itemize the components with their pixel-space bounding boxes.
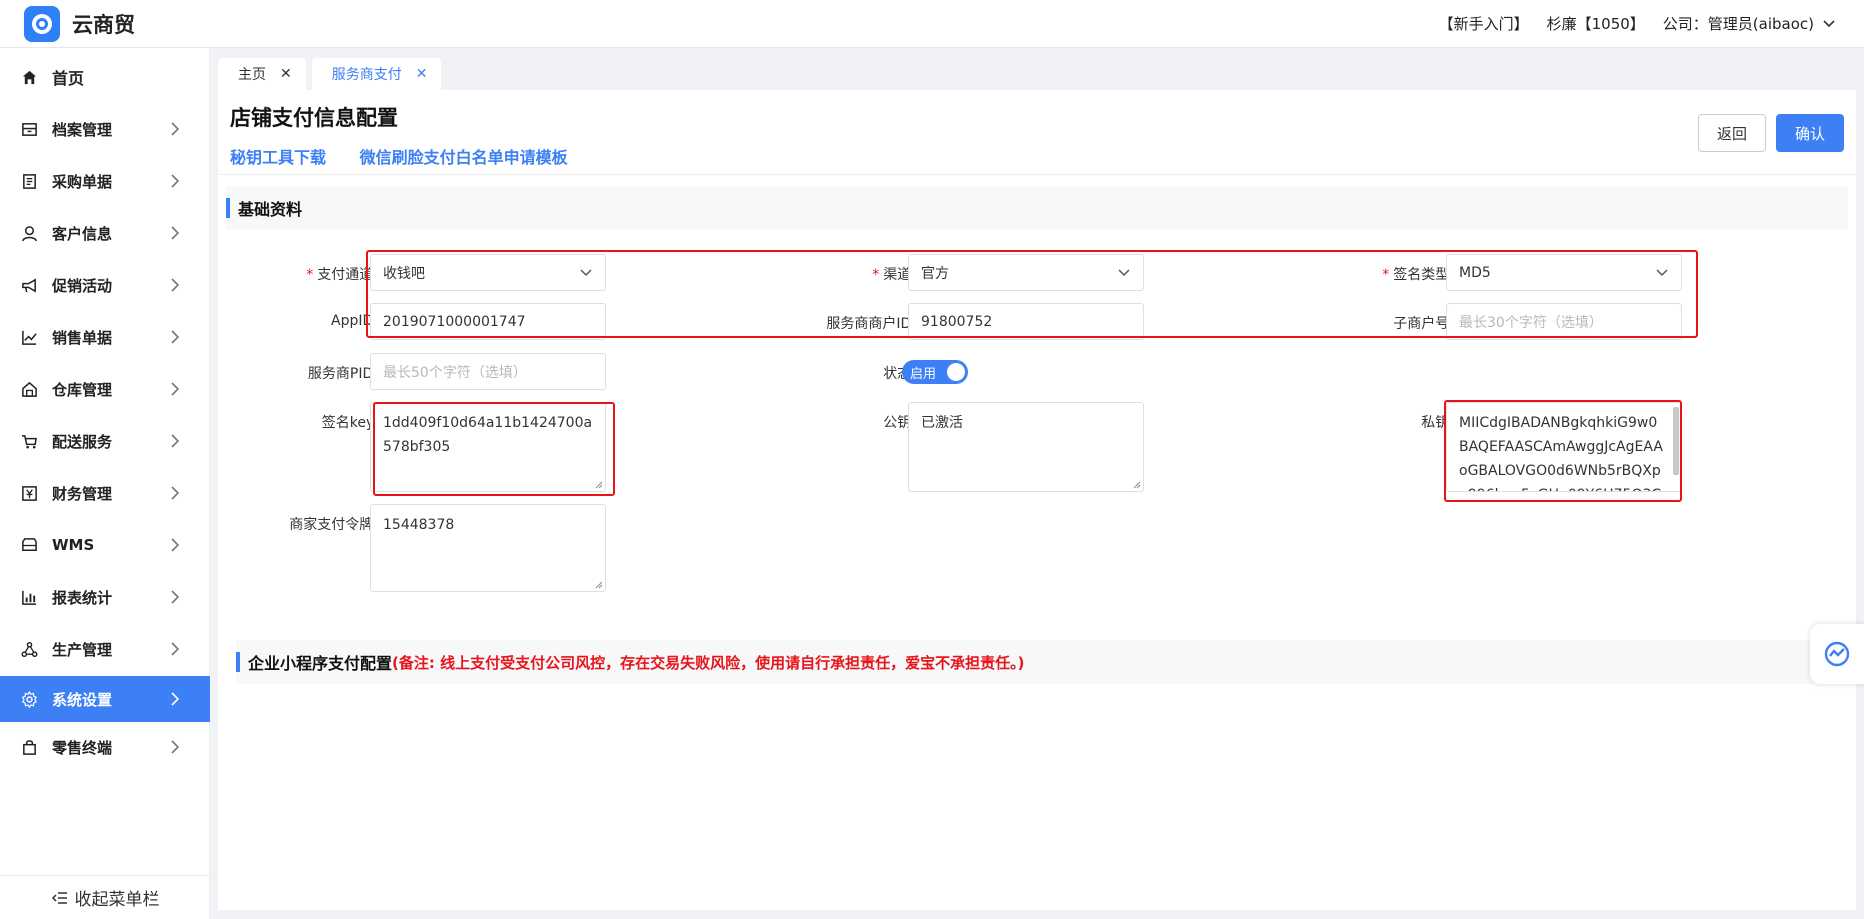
sidebar-item-reports[interactable]: 报表统计	[0, 574, 210, 620]
status-label: 状态:	[883, 366, 916, 382]
warehouse-icon	[20, 380, 38, 398]
home-icon	[20, 68, 38, 86]
sidebar-item-home[interactable]: 首页	[0, 54, 210, 100]
back-button[interactable]: 返回	[1698, 114, 1766, 152]
chevron-right-icon	[171, 226, 180, 240]
header-actions: 【新手入门】 杉廉【1050】 公司：管理员(aibaoc)	[1421, 13, 1836, 34]
chevron-right-icon	[171, 740, 180, 754]
sidebar-item-retail[interactable]: 零售终端	[0, 724, 210, 770]
highlight-box	[373, 402, 615, 496]
floating-assistant-button[interactable]	[1810, 624, 1864, 684]
sidebar-item-sales[interactable]: 销售单据	[0, 314, 210, 360]
collapse-menu-button[interactable]: 收起菜单栏	[0, 875, 210, 919]
pay-token-label: 商家支付令牌:	[289, 517, 378, 533]
chevron-right-icon	[171, 382, 180, 396]
user-name: 杉廉【1050】	[1546, 15, 1645, 33]
chevron-right-icon	[171, 642, 180, 656]
section-accent	[236, 652, 240, 672]
archive-icon	[20, 120, 38, 138]
app-id-label: AppID:	[331, 313, 378, 329]
guide-link[interactable]: 【新手入门】	[1439, 13, 1529, 34]
chevron-right-icon	[171, 122, 180, 136]
chevron-right-icon	[171, 692, 180, 706]
app-name: 云商贸	[72, 12, 135, 37]
sidebar-item-customer[interactable]: 客户信息	[0, 210, 210, 256]
tab-service-payment[interactable]: 服务商支付 ✕	[311, 58, 442, 90]
close-icon[interactable]: ✕	[280, 66, 292, 82]
tab-home[interactable]: 主页 ✕	[218, 58, 306, 90]
service-pid-input[interactable]: 最长50个字符（选填）	[370, 353, 606, 390]
assistant-icon	[1824, 641, 1850, 667]
chevron-right-icon	[171, 330, 180, 344]
finance-icon	[20, 484, 38, 502]
sidebar-item-purchase[interactable]: 采购单据	[0, 158, 210, 204]
service-pid-label: 服务商PID:	[307, 366, 378, 382]
megaphone-icon	[20, 276, 38, 294]
app-logo[interactable]: 云商贸	[24, 5, 135, 42]
header-links: 秘钥工具下载 微信刷脸支付白名单申请模板	[230, 144, 596, 168]
user-icon	[20, 224, 38, 242]
pay-channel-label: * 支付通道:	[306, 267, 378, 283]
sign-key-label: 签名key:	[321, 415, 378, 431]
sidebar-item-delivery[interactable]: 配送服务	[0, 418, 210, 464]
resize-grip-icon[interactable]	[593, 579, 603, 589]
sidebar-item-promotion[interactable]: 促销活动	[0, 262, 210, 308]
sidebar-item-wms[interactable]: WMS	[0, 522, 210, 568]
collapse-menu-icon	[51, 891, 67, 904]
wechat-whitelist-template-link[interactable]: 微信刷脸支付白名单申请模板	[360, 148, 568, 167]
bar-chart-icon	[20, 588, 38, 606]
cart-icon	[20, 432, 38, 450]
highlight-box	[366, 250, 1698, 338]
section-basic-info: 基础资料	[226, 186, 1848, 230]
content-panel: 店铺支付信息配置 秘钥工具下载 微信刷脸支付白名单申请模板 返回 确认 基础资料…	[218, 90, 1856, 910]
company-dropdown[interactable]: 公司：管理员(aibaoc)	[1663, 13, 1814, 34]
close-icon[interactable]: ✕	[416, 66, 428, 82]
key-tool-download-link[interactable]: 秘钥工具下载	[230, 148, 326, 167]
gear-icon	[20, 690, 38, 708]
top-bar: 云商贸 【新手入门】 杉廉【1050】 公司：管理员(aibaoc)	[0, 0, 1864, 48]
chart-line-icon	[20, 328, 38, 346]
sidebar-item-production[interactable]: 生产管理	[0, 626, 210, 672]
resize-grip-icon[interactable]	[1131, 479, 1141, 489]
chevron-down-icon[interactable]	[1822, 17, 1836, 31]
section-accent	[226, 198, 230, 218]
highlight-box	[1444, 400, 1682, 502]
sidebar-item-settings[interactable]: 系统设置	[0, 676, 210, 722]
document-icon	[20, 172, 38, 190]
tab-bar: 主页 ✕ 服务商支付 ✕	[218, 58, 447, 90]
bag-icon	[20, 738, 38, 756]
sidebar-item-warehouse[interactable]: 仓库管理	[0, 366, 210, 412]
status-toggle[interactable]: 启用	[902, 360, 968, 384]
chevron-right-icon	[171, 434, 180, 448]
public-key-textarea[interactable]: 已激活	[908, 402, 1144, 492]
chevron-right-icon	[171, 174, 180, 188]
toggle-knob	[947, 363, 965, 381]
truck-icon	[20, 536, 38, 554]
chevron-right-icon	[171, 538, 180, 552]
network-icon	[20, 640, 38, 658]
chevron-right-icon	[171, 486, 180, 500]
risk-note: (备注: 线上支付受支付公司风控，存在交易失败风险，使用请自行承担责任，爱宝不承…	[392, 653, 1025, 672]
sidebar-item-archive[interactable]: 档案管理	[0, 106, 210, 152]
pay-token-textarea[interactable]: 15448378	[370, 504, 606, 592]
chevron-right-icon	[171, 590, 180, 604]
divider	[218, 174, 1856, 175]
logo-icon	[24, 5, 60, 42]
sidebar: 首页 档案管理 采购单据 客户信息 促销活动 销售单据 仓库管理 配送服务 财务…	[0, 48, 210, 919]
public-key-label: 公钥:	[883, 415, 916, 431]
chevron-right-icon	[171, 278, 180, 292]
section-mini-program: 企业小程序支付配置 (备注: 线上支付受支付公司风控，存在交易失败风险，使用请自…	[236, 640, 1848, 684]
confirm-button[interactable]: 确认	[1776, 114, 1844, 152]
page-title: 店铺支付信息配置	[230, 106, 398, 130]
sidebar-item-finance[interactable]: 财务管理	[0, 470, 210, 516]
private-key-label: 私钥:	[1421, 415, 1454, 431]
